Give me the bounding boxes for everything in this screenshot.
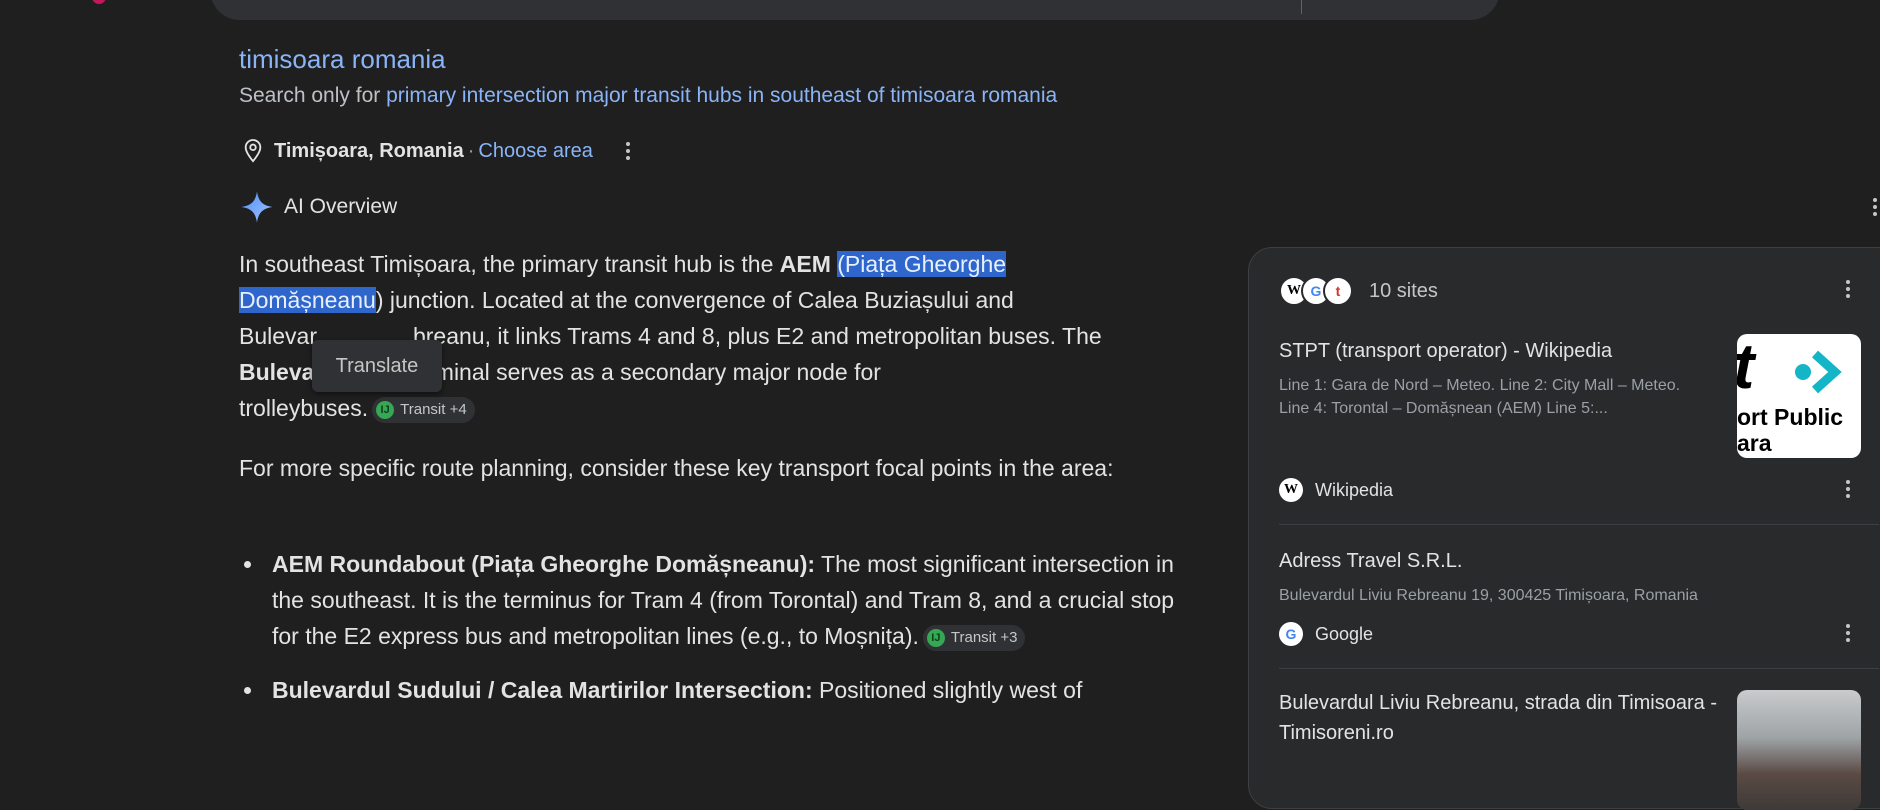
transit-chip[interactable]: IJ Transit +3 <box>922 624 1026 651</box>
ai-overview-paragraph-2: For more specific route planning, consid… <box>239 455 1114 481</box>
transit-chip-label: Transit +3 <box>950 628 1018 646</box>
highlighted-text-2: Domășneanu <box>239 287 376 313</box>
source-card-title[interactable]: Bulevardul Liviu Rebreanu, strada din Ti… <box>1279 688 1719 748</box>
list-item-bold: AEM Roundabout (Piața Gheorghe Domășnean… <box>272 551 816 577</box>
para1-bold-aem: AEM <box>779 251 831 277</box>
search-bar-divider <box>1301 0 1302 14</box>
thumb-text-1: ort Public <box>1737 404 1844 430</box>
transit-points-list: AEM Roundabout (Piața Gheorghe Domășnean… <box>239 546 1179 726</box>
sources-header[interactable]: W G t 10 sites <box>1279 276 1438 306</box>
sources-more-icon[interactable] <box>1843 280 1853 298</box>
location-pin-icon <box>244 139 262 163</box>
result-title-tail[interactable]: timisoara romania <box>239 44 446 75</box>
google-icon: G <box>1279 622 1303 646</box>
profile-dot <box>92 0 106 4</box>
source-card-title[interactable]: STPT (transport operator) - Wikipedia <box>1279 336 1719 366</box>
translate-tooltip[interactable]: Translate <box>312 340 442 392</box>
source-card-0-source: W Wikipedia <box>1279 478 1869 502</box>
transit-icon: IJ <box>926 628 945 647</box>
source-name: Google <box>1315 623 1374 644</box>
card-more-icon[interactable] <box>1843 480 1853 498</box>
para1-bold-2: Buleva <box>239 359 315 385</box>
source-card-snippet: Bulevardul Liviu Rebreanu 19, 300425 Tim… <box>1279 587 1698 604</box>
source-card-1-source: G Google <box>1279 622 1869 646</box>
transit-chip[interactable]: IJ Transit +4 <box>372 396 475 423</box>
sparkle-icon <box>241 191 273 223</box>
source-card-title[interactable]: Adress Travel S.R.L. <box>1279 546 1869 576</box>
search-only-link[interactable]: primary intersection major transit hubs … <box>386 84 1057 107</box>
search-only-prefix: Search only for <box>239 84 387 107</box>
sources-count: 10 sites <box>1369 279 1438 302</box>
wikipedia-icon: W <box>1279 478 1303 502</box>
list-item-text: Positioned slightly west of <box>812 677 1083 703</box>
source-card-adress-travel[interactable]: Adress Travel S.R.L. Bulevardul Liviu Re… <box>1279 546 1869 607</box>
stpt-logo-thumbnail[interactable]: t ort Public ara <box>1737 334 1861 458</box>
highlighted-text-1: (Piața Gheorghe <box>837 251 1007 277</box>
transit-icon: IJ <box>376 400 395 419</box>
choose-area-link[interactable]: Choose area <box>478 140 593 163</box>
para1-text-4: i terminal serves as a secondary major n… <box>396 359 881 385</box>
source-name: Wikipedia <box>1315 479 1394 500</box>
location-row: Timișoara, Romania · Choose area <box>242 138 633 164</box>
search-bar[interactable] <box>210 0 1500 20</box>
ai-overview-paragraph-1: In southeast Timișoara, the primary tran… <box>239 246 1179 426</box>
source-favicons: W G t <box>1279 276 1353 306</box>
source-card-snippet: Line 1: Gara de Nord – Meteo. Line 2: Ci… <box>1279 377 1681 417</box>
para1-text-2: ) junction. Located at the convergence o… <box>375 287 1014 313</box>
para1-text-3: Bulevar <box>239 323 317 349</box>
timisoreni-icon: t <box>1323 276 1353 306</box>
location-separator: · <box>467 139 475 162</box>
list-item: Bulevardul Sudului / Calea Martirilor In… <box>239 672 1179 708</box>
card-more-icon[interactable] <box>1843 624 1853 642</box>
para1-text-5: trolleybuses. <box>239 395 369 421</box>
sources-panel: W G t 10 sites STPT (transport operator)… <box>1248 247 1880 810</box>
card-divider <box>1279 524 1879 525</box>
card-divider <box>1279 668 1879 669</box>
ai-overview-header: AI Overview <box>240 190 397 224</box>
thumb-text-2: ara <box>1737 430 1772 456</box>
location-city: Timișoara, Romania <box>274 139 464 162</box>
source-name-row[interactable]: W Wikipedia <box>1279 478 1869 502</box>
source-name-row[interactable]: G Google <box>1279 622 1869 646</box>
search-only-line: Search only for primary intersection maj… <box>239 84 1057 108</box>
para1-text-3b: breanu, it links Trams 4 and 8, plus E2 … <box>412 323 1102 349</box>
list-item-bold: Bulevardul Sudului / Calea Martirilor In… <box>272 677 813 703</box>
list-item: AEM Roundabout (Piața Gheorghe Domășnean… <box>239 546 1179 654</box>
ai-overview-label: AI Overview <box>284 195 398 218</box>
page-more-icon[interactable] <box>1870 198 1880 216</box>
location-more-icon[interactable] <box>623 142 633 160</box>
street-photo-thumbnail[interactable] <box>1737 690 1861 810</box>
para1-text: In southeast Timișoara, the primary tran… <box>239 251 780 277</box>
transit-chip-label: Transit +4 <box>400 400 467 418</box>
